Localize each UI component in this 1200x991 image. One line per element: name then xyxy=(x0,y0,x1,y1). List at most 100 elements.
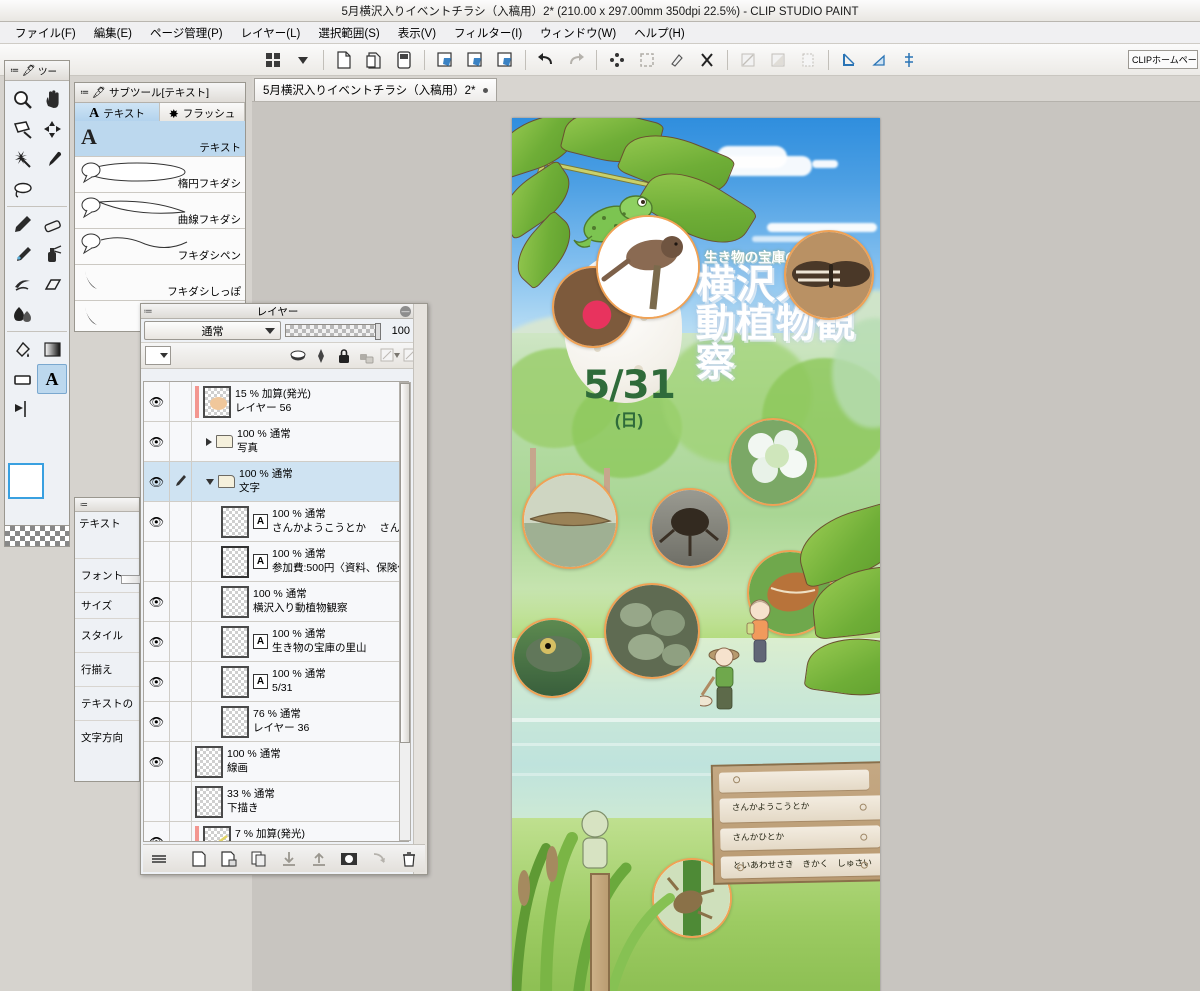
table-row[interactable]: 👁 76 % 通常 レイヤー 36 xyxy=(144,702,408,742)
perspective-icon[interactable] xyxy=(864,45,894,75)
table-row[interactable]: A 100 % 通常 参加費:500円〈資料、保険代〉 xyxy=(144,542,408,582)
deselect-icon[interactable] xyxy=(602,45,632,75)
tool-grid-navigation[interactable]: A xyxy=(5,81,69,427)
table-row[interactable]: 👁 100 % 通常 横沢入り動植物観察 xyxy=(144,582,408,622)
figure-icon[interactable] xyxy=(7,364,37,394)
duplicate-layer-icon[interactable] xyxy=(249,849,269,869)
table-row[interactable]: 👁 15 % 加算(発光) レイヤー 56 xyxy=(144,382,408,422)
select-lasso-icon[interactable] xyxy=(7,174,37,204)
menu-help[interactable]: ヘルプ(H) xyxy=(625,23,693,43)
print-icon[interactable] xyxy=(490,45,520,75)
lock-transparent-icon[interactable] xyxy=(357,346,377,366)
menu-layer[interactable]: レイヤー(L) xyxy=(232,23,310,43)
subtool-item-text[interactable]: A テキスト xyxy=(75,121,245,157)
menu-window[interactable]: ウィンドウ(W) xyxy=(531,23,625,43)
delete-layer-icon[interactable] xyxy=(399,849,419,869)
new-document-icon[interactable] xyxy=(329,45,359,75)
tool-property-style[interactable]: スタイル xyxy=(75,618,139,652)
opacity-slider-knob[interactable] xyxy=(375,323,381,340)
lock-layer-icon[interactable] xyxy=(334,346,354,366)
new-raster-layer-icon[interactable] xyxy=(189,849,209,869)
magic-wand-icon[interactable] xyxy=(7,144,37,174)
import-icon[interactable] xyxy=(430,45,460,75)
visibility-toggle-icon[interactable]: 👁 xyxy=(144,502,170,541)
merge-down-icon[interactable] xyxy=(279,849,299,869)
layer-order-icon[interactable] xyxy=(149,849,169,869)
new-folder-icon[interactable] xyxy=(219,849,239,869)
layer-palette-footer[interactable] xyxy=(143,844,425,872)
subtool-item-balloon-pen[interactable]: フキダシペン xyxy=(75,229,245,265)
visibility-toggle-icon[interactable]: 👁 xyxy=(144,462,170,501)
layer-list[interactable]: 👁 15 % 加算(発光) レイヤー 56 👁 100 % 通常 写真 👁 10… xyxy=(143,381,409,842)
table-row[interactable]: 👁 100 % 通常 写真 xyxy=(144,422,408,462)
vector-icon[interactable] xyxy=(834,45,864,75)
rotate-icon[interactable] xyxy=(7,114,37,144)
chevron-down-icon[interactable] xyxy=(288,45,318,75)
visibility-toggle-icon[interactable]: 👁 xyxy=(144,662,170,701)
subtool-item-balloon-tail[interactable]: フキダシしっぽ xyxy=(75,265,245,301)
export-icon[interactable] xyxy=(460,45,490,75)
photo-waterplant[interactable] xyxy=(604,583,700,679)
eraser-icon[interactable] xyxy=(37,209,67,239)
visibility-toggle-icon[interactable]: 👁 xyxy=(144,702,170,741)
gradient-icon[interactable] xyxy=(37,334,67,364)
subtool-item-ellipse-balloon[interactable]: 楕円フキダシ xyxy=(75,157,245,193)
table-row[interactable]: 👁 A 100 % 通常 生き物の宝庫の里山 xyxy=(144,622,408,662)
layer-color-icon[interactable] xyxy=(311,346,331,366)
subtool-palette[interactable]: ≔ 🖋 サブツール[テキスト] A テキスト ✸ フラッシュ A テキスト 楕円… xyxy=(74,82,246,332)
hand-icon[interactable] xyxy=(37,84,67,114)
menu-filter[interactable]: フィルター(I) xyxy=(445,23,531,43)
table-row[interactable]: 👁 A 100 % 通常 さんかようこうとか さんかひとか xyxy=(144,502,408,542)
main-color-swatch[interactable] xyxy=(8,463,44,499)
menu-page[interactable]: ページ管理(P) xyxy=(141,23,232,43)
document-tab[interactable]: 5月横沢入りイベントチラシ（入稿用）2* xyxy=(254,78,497,101)
transparent-color-swatch[interactable] xyxy=(4,525,70,547)
ruler-off-icon[interactable] xyxy=(733,45,763,75)
visibility-toggle-icon[interactable]: 👁 xyxy=(144,622,170,661)
menu-view[interactable]: 表示(V) xyxy=(389,23,445,43)
layer-toolbar[interactable] xyxy=(141,343,427,369)
palette-menu-icon[interactable]: ≔ xyxy=(77,500,91,509)
text-icon[interactable]: A xyxy=(37,364,67,394)
table-row[interactable]: 33 % 通常 下描き xyxy=(144,782,408,822)
tool-property-palette[interactable]: ≔ テキスト フォント サイズ スタイル 行揃え テキストの 文字方向 xyxy=(74,497,161,782)
tool-property-direction[interactable]: 文字方向 xyxy=(75,720,139,754)
grid-icon[interactable] xyxy=(258,45,288,75)
visibility-toggle-icon[interactable]: 👁 xyxy=(144,582,170,621)
fill-icon[interactable] xyxy=(662,45,692,75)
menu-file[interactable]: ファイル(F) xyxy=(6,23,85,43)
layer-palette[interactable]: ≔ レイヤー — ✕ 通常 100 xyxy=(140,303,428,875)
document-page[interactable]: 5/31 (日) 生き物の宝庫の里山 横沢入り動植物観察 さんかようこうとか さ… xyxy=(512,118,880,991)
save-icon[interactable] xyxy=(389,45,419,75)
menu-edit[interactable]: 編集(E) xyxy=(85,23,141,43)
move-layer-icon[interactable] xyxy=(37,114,67,144)
visibility-toggle-icon[interactable] xyxy=(144,542,170,581)
palette-menu-icon[interactable]: ≔ xyxy=(77,87,92,98)
photo-frog[interactable] xyxy=(512,618,592,698)
visibility-toggle-icon[interactable]: 👁 xyxy=(144,382,170,421)
palette-color-swatch[interactable] xyxy=(145,346,171,365)
transform-icon[interactable] xyxy=(692,45,722,75)
menu-selection[interactable]: 選択範囲(S) xyxy=(309,23,388,43)
table-row[interactable]: 👁 100 % 通常 線画 xyxy=(144,742,408,782)
opacity-slider[interactable] xyxy=(285,323,381,340)
open-file-icon[interactable] xyxy=(359,45,389,75)
visibility-toggle-icon[interactable]: 👁 xyxy=(144,822,170,841)
clip-home-button[interactable]: CLIPホームページ xyxy=(1128,50,1198,69)
table-row[interactable]: 👁 A 100 % 通常 5/31 xyxy=(144,662,408,702)
scrollbar-thumb[interactable] xyxy=(400,383,410,743)
ruler-snap-icon[interactable] xyxy=(763,45,793,75)
magnifier-icon[interactable] xyxy=(7,84,37,114)
visibility-toggle-icon[interactable] xyxy=(144,782,170,821)
blend-icon[interactable] xyxy=(37,269,67,299)
visibility-toggle-icon[interactable]: 👁 xyxy=(144,742,170,781)
opacity-value[interactable]: 100 xyxy=(384,325,410,337)
layer-mask-icon[interactable] xyxy=(380,346,400,366)
fill-bucket-icon[interactable] xyxy=(7,334,37,364)
photo-white-flower[interactable] xyxy=(729,418,817,506)
layer-mask-create-icon[interactable] xyxy=(339,849,359,869)
subtool-item-curve-balloon[interactable]: 曲線フキダシ xyxy=(75,193,245,229)
photo-bird[interactable] xyxy=(596,215,700,319)
layer-list-scrollbar[interactable] xyxy=(399,382,411,841)
symmetry-icon[interactable] xyxy=(894,45,924,75)
